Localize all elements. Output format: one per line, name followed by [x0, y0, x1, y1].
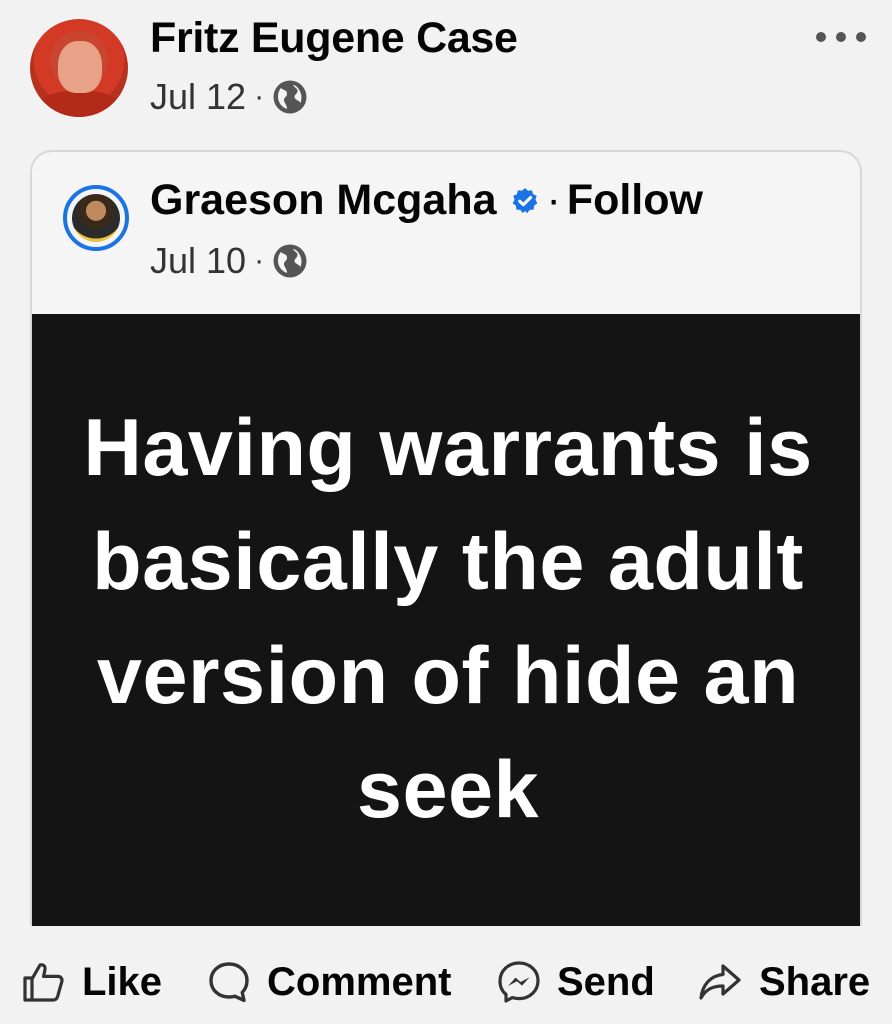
globe-icon [273, 244, 307, 278]
more-dot [836, 32, 846, 42]
post-date[interactable]: Jul 12 [150, 76, 246, 118]
author-avatar[interactable] [30, 19, 128, 117]
more-dot [856, 32, 866, 42]
shared-post-date[interactable]: Jul 10 [150, 240, 246, 282]
share-label: Share [759, 959, 871, 1004]
post-header: Fritz Eugene Case Jul 12 · [0, 0, 892, 140]
meta-separator: · [254, 80, 265, 113]
post-image[interactable]: Having warrants is basically the adult v… [32, 314, 860, 926]
action-bar: Like Comment Send Share [0, 940, 892, 1024]
comment-label: Comment [267, 959, 452, 1004]
avatar-shirt [38, 91, 120, 117]
facebook-post: Fritz Eugene Case Jul 12 · Graeson Mcgah… [0, 0, 892, 1024]
post-meta: Jul 12 · [150, 76, 308, 118]
shared-avatar-image [72, 194, 120, 242]
share-button[interactable]: Share [695, 958, 870, 1006]
thumbs-up-icon [23, 963, 64, 1002]
globe-icon [273, 80, 307, 114]
more-dot [816, 32, 826, 42]
shared-post-meta: Jul 10 · [150, 240, 308, 282]
messenger-icon [498, 961, 540, 1003]
follow-separator: · [546, 176, 561, 224]
shared-author-row: Graeson Mcgaha · Follow [150, 176, 703, 225]
shared-post-card[interactable]: Graeson Mcgaha · Follow Jul 10 · Having [30, 150, 862, 926]
comment-button[interactable]: Comment [205, 958, 451, 1006]
like-button[interactable]: Like [20, 958, 162, 1006]
send-button[interactable]: Send [495, 958, 655, 1006]
shared-author-name[interactable]: Graeson Mcgaha [150, 176, 497, 225]
like-label: Like [82, 959, 163, 1004]
shared-author-avatar[interactable] [63, 185, 129, 251]
avatar-face [58, 41, 102, 93]
comment-icon [209, 962, 249, 1003]
post-image-text: Having warrants is basically the adult v… [83, 403, 813, 835]
more-options-icon[interactable] [816, 22, 866, 52]
share-icon [699, 964, 741, 1000]
follow-button[interactable]: Follow [567, 176, 703, 225]
verified-badge-icon [512, 187, 537, 213]
author-name[interactable]: Fritz Eugene Case [150, 14, 518, 63]
meta-separator: · [254, 244, 265, 277]
shared-post-header: Graeson Mcgaha · Follow Jul 10 · [32, 152, 860, 314]
send-label: Send [557, 959, 655, 1004]
